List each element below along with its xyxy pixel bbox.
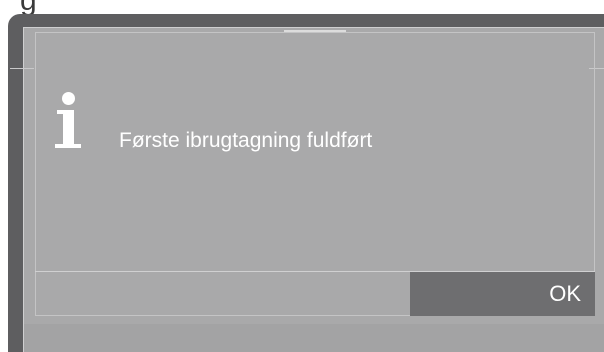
display-screen: Første ibrugtagning fuldført OK — [10, 27, 604, 352]
ok-button[interactable]: OK — [410, 272, 595, 316]
dialog-message: Første ibrugtagning fuldført — [119, 129, 373, 152]
info-icon — [54, 92, 81, 154]
side-line-left — [10, 68, 34, 69]
bottom-band — [24, 324, 604, 352]
page: g Første ibrugtagning fuldført OK — [0, 0, 604, 352]
info-icon-stem — [63, 110, 74, 146]
info-icon-base — [55, 144, 81, 148]
info-icon-dot — [62, 92, 75, 105]
